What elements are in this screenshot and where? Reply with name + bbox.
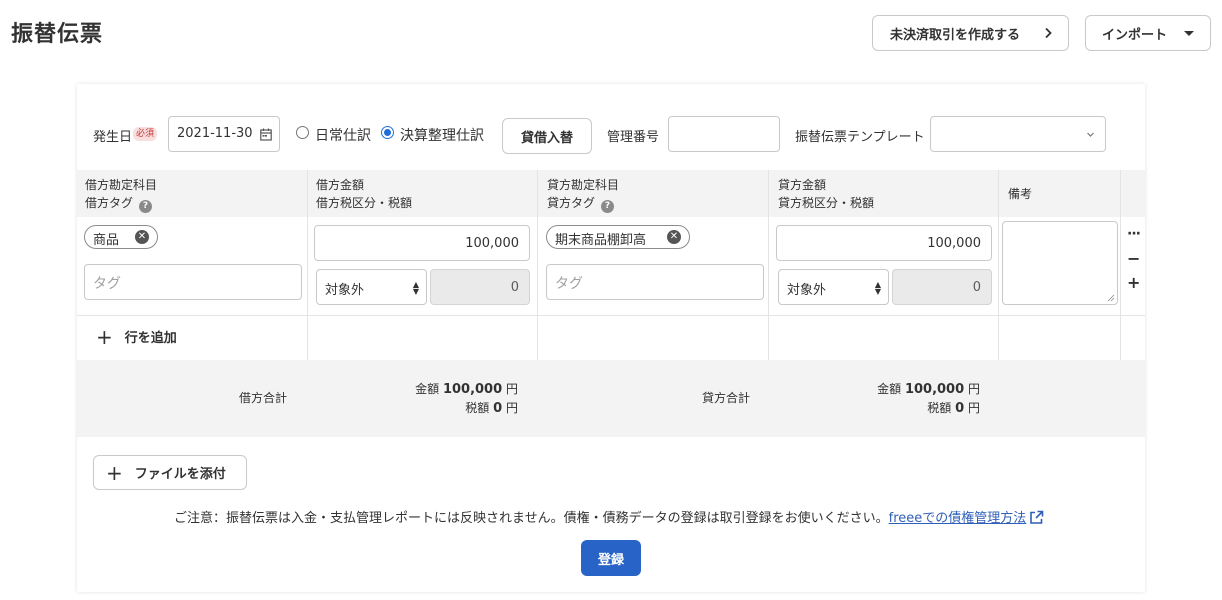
credit-total-label: 貸方合計 <box>702 391 751 405</box>
page-title: 振替伝票 <box>11 22 104 47</box>
credit-account-chip[interactable]: 期末商品棚卸高 ✕ <box>546 225 690 249</box>
help-icon[interactable]: ? <box>601 200 615 213</box>
date-value: 2021-11-30 <box>177 126 253 141</box>
create-unsettled-button[interactable]: 未決済取引を作成する <box>872 15 1069 51</box>
form-row: 発生日 必須 2021-11-30 日常仕訳 決算整理仕訳 貸借入替 管理番号 … <box>77 116 1145 154</box>
debit-account-chip[interactable]: 商品 ✕ <box>84 225 158 249</box>
more-icon[interactable]: ··· <box>1127 226 1141 242</box>
date-input[interactable]: 2021-11-30 <box>168 116 280 152</box>
mgmt-number-label: 管理番号 <box>607 130 660 145</box>
radio-closing-entry-label[interactable]: 決算整理仕訳 <box>400 125 484 145</box>
credit-total-tax: 税額 0 円 <box>927 401 980 416</box>
notice: ご注意：振替伝票は入金・支払管理レポートには反映されません。債権・債務データの登… <box>174 507 1044 526</box>
header-credit-account: 貸方勘定科目 貸方タグ? <box>547 178 620 213</box>
debit-total-tax: 税額 0 円 <box>465 401 518 416</box>
header-credit-tax: 貸方税区分・税額 <box>778 196 875 210</box>
receivables-guide-link[interactable]: freeeでの債権管理方法 <box>889 511 1027 526</box>
chevron-right-icon <box>1045 27 1052 39</box>
resize-grip-icon[interactable] <box>1107 294 1115 302</box>
header-debit-tax: 借方税区分・税額 <box>316 196 413 210</box>
credit-amount-input[interactable]: 100,000 <box>776 225 992 261</box>
radio-daily-entry-label[interactable]: 日常仕訳 <box>315 125 371 145</box>
plus-icon: + <box>96 324 113 349</box>
credit-tax-amount: 0 <box>892 269 992 305</box>
plus-icon[interactable]: + <box>1127 273 1140 292</box>
help-icon[interactable]: ? <box>139 200 153 213</box>
chevron-down-icon <box>1087 132 1094 137</box>
import-button[interactable]: インポート <box>1085 15 1211 51</box>
caret-down-icon <box>1184 31 1194 36</box>
attach-file-button[interactable]: + ファイルを添付 <box>93 455 247 490</box>
header-credit-tag: 貸方タグ <box>547 196 596 210</box>
journal-card: 発生日 必須 2021-11-30 日常仕訳 決算整理仕訳 貸借入替 管理番号 … <box>77 84 1145 592</box>
mgmt-number-input[interactable] <box>668 116 780 152</box>
header-debit-account: 借方勘定科目 借方タグ? <box>85 178 158 213</box>
template-label: 振替伝票テンプレート <box>795 130 925 145</box>
debit-tax-category-select[interactable]: 対象外 ▲ ▼ <box>316 269 427 305</box>
totals-row: 借方合計 金額 100,000 円 税額 0 円 貸方合計 金額 100,000… <box>77 360 1145 437</box>
memo-textarea[interactable] <box>1002 221 1118 305</box>
minus-icon[interactable]: − <box>1127 249 1140 268</box>
up-down-icon: ▲ ▼ <box>412 280 419 296</box>
radio-daily-entry[interactable] <box>296 126 309 139</box>
header-debit-amount: 借方金額 借方税区分・税額 <box>316 178 413 210</box>
credit-tag-input[interactable]: タグ <box>546 264 764 300</box>
notice-text: ご注意：振替伝票は入金・支払管理レポートには反映されません。債権・債務データの登… <box>174 511 889 526</box>
remove-chip-icon[interactable]: ✕ <box>667 230 681 244</box>
debit-amount-input[interactable]: 100,000 <box>314 225 530 261</box>
credit-total-amount: 金額 100,000 円 <box>877 382 980 397</box>
import-label: インポート <box>1102 27 1168 43</box>
debit-total-label: 借方合計 <box>239 391 288 405</box>
date-label: 発生日 <box>93 130 133 145</box>
credit-tax-category-select[interactable]: 対象外 ▲ ▼ <box>778 269 889 305</box>
required-badge: 必須 <box>133 127 158 141</box>
radio-closing-entry[interactable] <box>381 126 394 139</box>
header-debit-tag: 借方タグ <box>85 196 134 210</box>
debit-tag-input[interactable]: タグ <box>84 264 302 300</box>
table-header: 借方勘定科目 借方タグ? 借方金額 借方税区分・税額 貸方勘定科目 貸方タグ? … <box>77 170 1145 217</box>
swap-debit-credit-button[interactable]: 貸借入替 <box>502 118 592 154</box>
external-link-icon[interactable] <box>1029 510 1044 525</box>
remove-chip-icon[interactable]: ✕ <box>135 230 149 244</box>
register-button[interactable]: 登録 <box>581 540 641 576</box>
template-select[interactable] <box>930 116 1106 152</box>
create-unsettled-label: 未決済取引を作成する <box>890 27 1021 43</box>
header-memo: 備考 <box>1008 187 1033 201</box>
header-credit-amount: 貸方金額 貸方税区分・税額 <box>778 178 875 210</box>
calendar-icon[interactable] <box>260 128 272 141</box>
debit-total-amount: 金額 100,000 円 <box>415 382 518 397</box>
up-down-icon: ▲ ▼ <box>874 280 881 296</box>
debit-tax-amount: 0 <box>430 269 530 305</box>
plus-icon: + <box>106 460 123 485</box>
add-row-button[interactable]: + 行を追加 <box>96 324 177 349</box>
row-divider <box>77 315 1145 316</box>
